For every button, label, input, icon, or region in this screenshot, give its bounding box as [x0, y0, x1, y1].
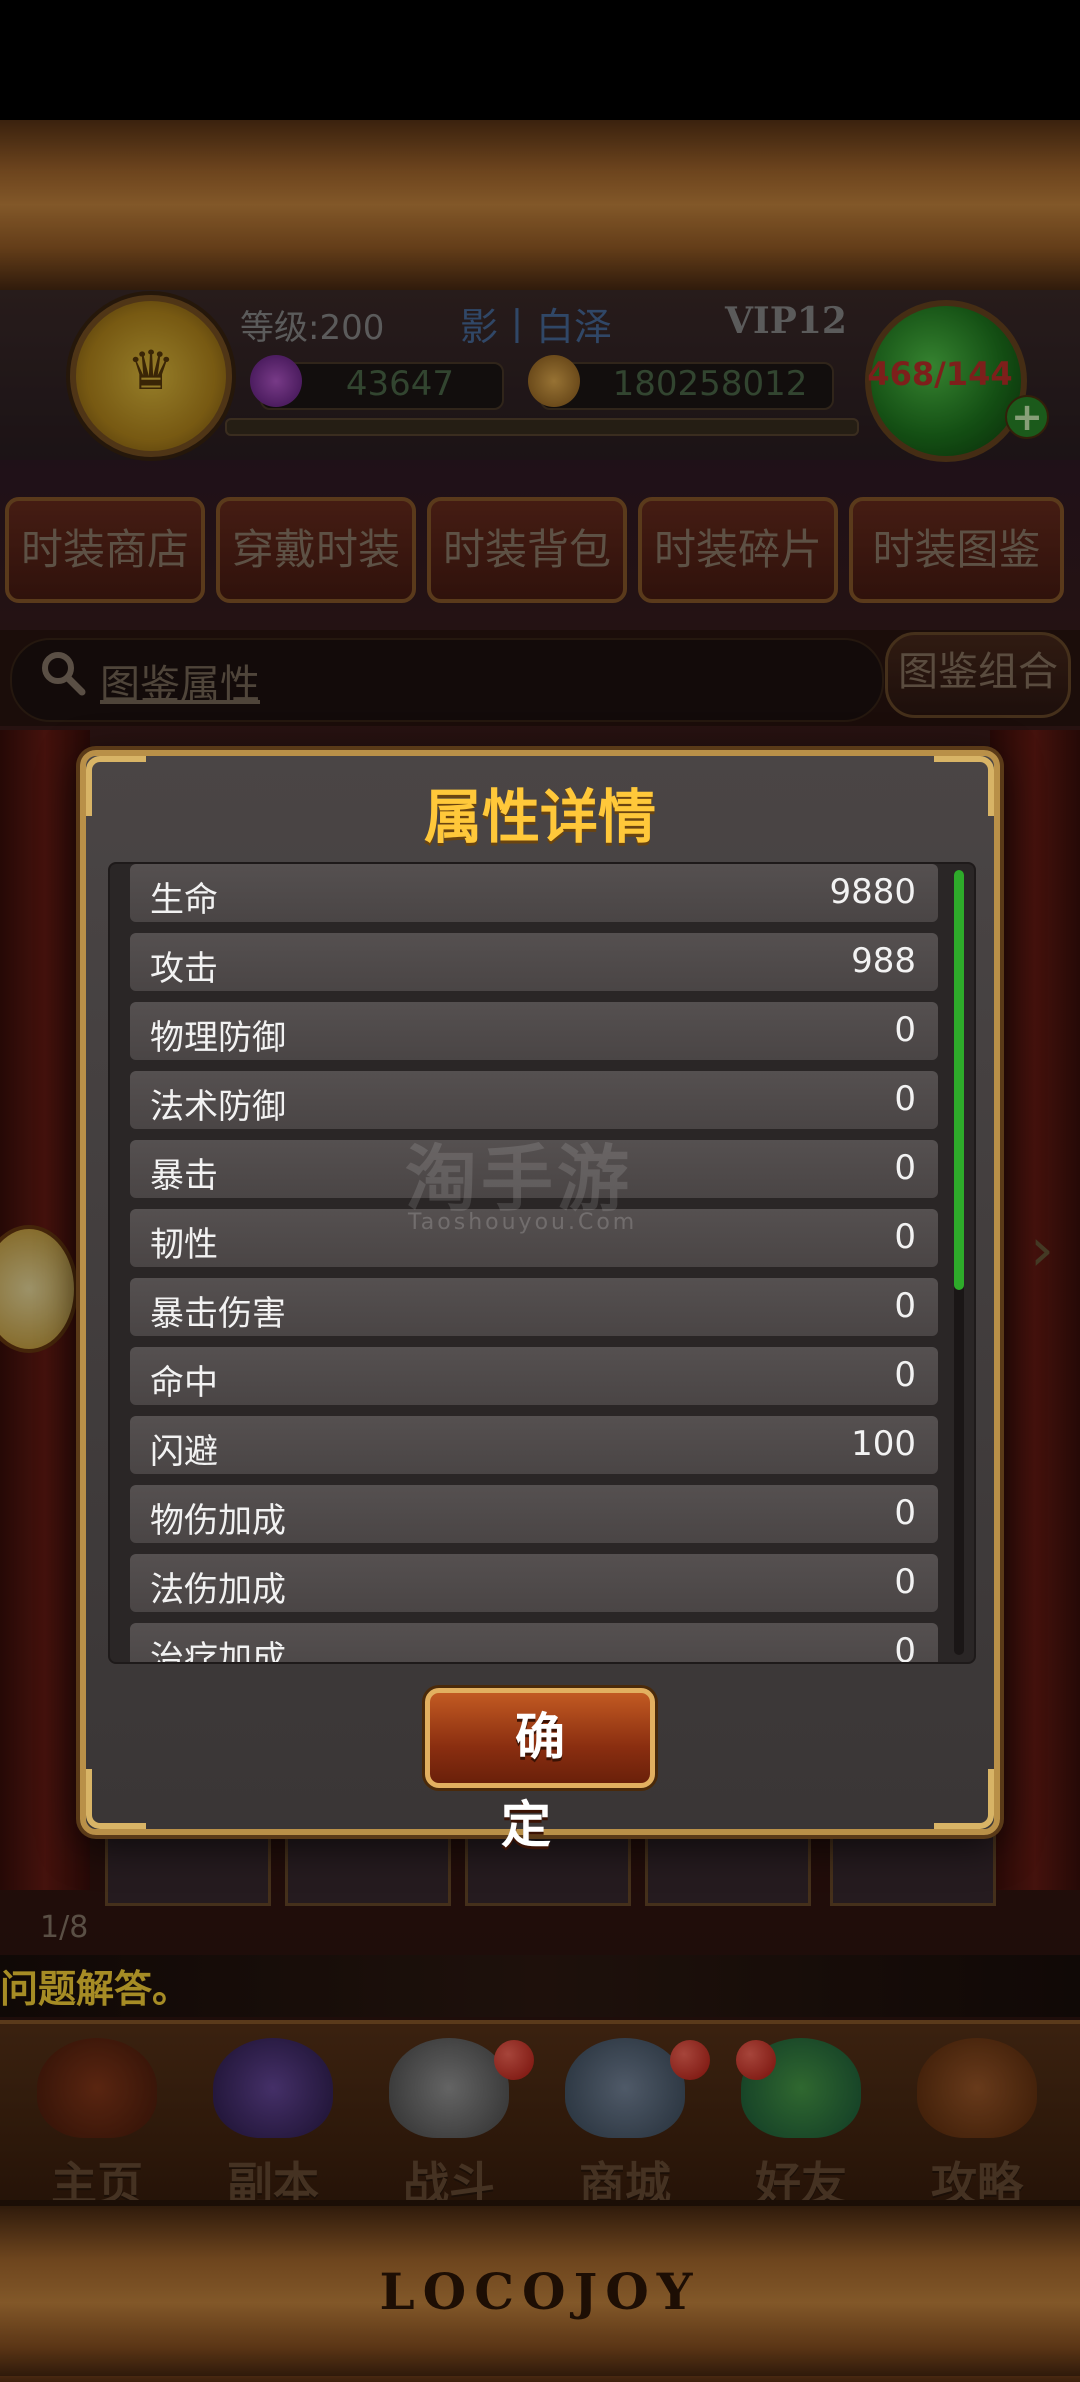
attribute-value: 0 — [894, 1286, 916, 1326]
attribute-value: 0 — [894, 1631, 916, 1664]
attribute-label: 暴击 — [150, 1156, 218, 1196]
attribute-row: 法伤加成 0 — [130, 1554, 938, 1612]
attribute-row: 攻击 988 — [130, 933, 938, 991]
attribute-row: 物伤加成 0 — [130, 1485, 938, 1543]
attribute-label: 攻击 — [150, 949, 218, 989]
watermark-url: Taoshouyou.Com — [408, 1210, 638, 1235]
attribute-label: 韧性 — [150, 1225, 218, 1265]
attribute-label: 治疗加成 — [150, 1639, 286, 1664]
attribute-label: 生命 — [150, 880, 218, 920]
attribute-value: 0 — [894, 1562, 916, 1602]
attribute-label: 法术防御 — [150, 1087, 286, 1127]
attribute-value: 988 — [851, 941, 916, 981]
attribute-value: 0 — [894, 1493, 916, 1533]
attribute-label: 物理防御 — [150, 1018, 286, 1058]
attribute-row: 生命 9880 — [130, 864, 938, 922]
attribute-value: 0 — [894, 1355, 916, 1395]
attribute-list[interactable]: 生命 9880 攻击 988 物理防御 0 法术防御 0 暴击 0 韧性 0 暴… — [108, 862, 976, 1664]
attribute-value: 9880 — [829, 872, 916, 912]
attribute-label: 命中 — [150, 1363, 218, 1403]
attribute-value: 0 — [894, 1079, 916, 1119]
attribute-value: 0 — [894, 1217, 916, 1257]
attribute-value: 0 — [894, 1148, 916, 1188]
attribute-label: 暴击伤害 — [150, 1294, 286, 1334]
attribute-row: 治疗加成 0 — [130, 1623, 938, 1664]
attribute-label: 闪避 — [150, 1432, 218, 1472]
confirm-button[interactable]: 确 定 — [425, 1688, 655, 1854]
attribute-row: 闪避 100 — [130, 1416, 938, 1474]
attribute-label: 法伤加成 — [150, 1570, 286, 1610]
dialog-title: 属性详情 — [423, 783, 656, 851]
attribute-row: 物理防御 0 — [130, 1002, 938, 1060]
attribute-label: 物伤加成 — [150, 1501, 286, 1541]
attribute-value: 0 — [894, 1010, 916, 1050]
attribute-row: 暴击伤害 0 — [130, 1278, 938, 1336]
attribute-row: 命中 0 — [130, 1347, 938, 1405]
list-scrollbar-thumb[interactable] — [954, 870, 964, 1290]
frame-corner — [86, 1769, 146, 1829]
frame-corner — [934, 1769, 994, 1829]
attribute-value: 100 — [851, 1424, 916, 1464]
